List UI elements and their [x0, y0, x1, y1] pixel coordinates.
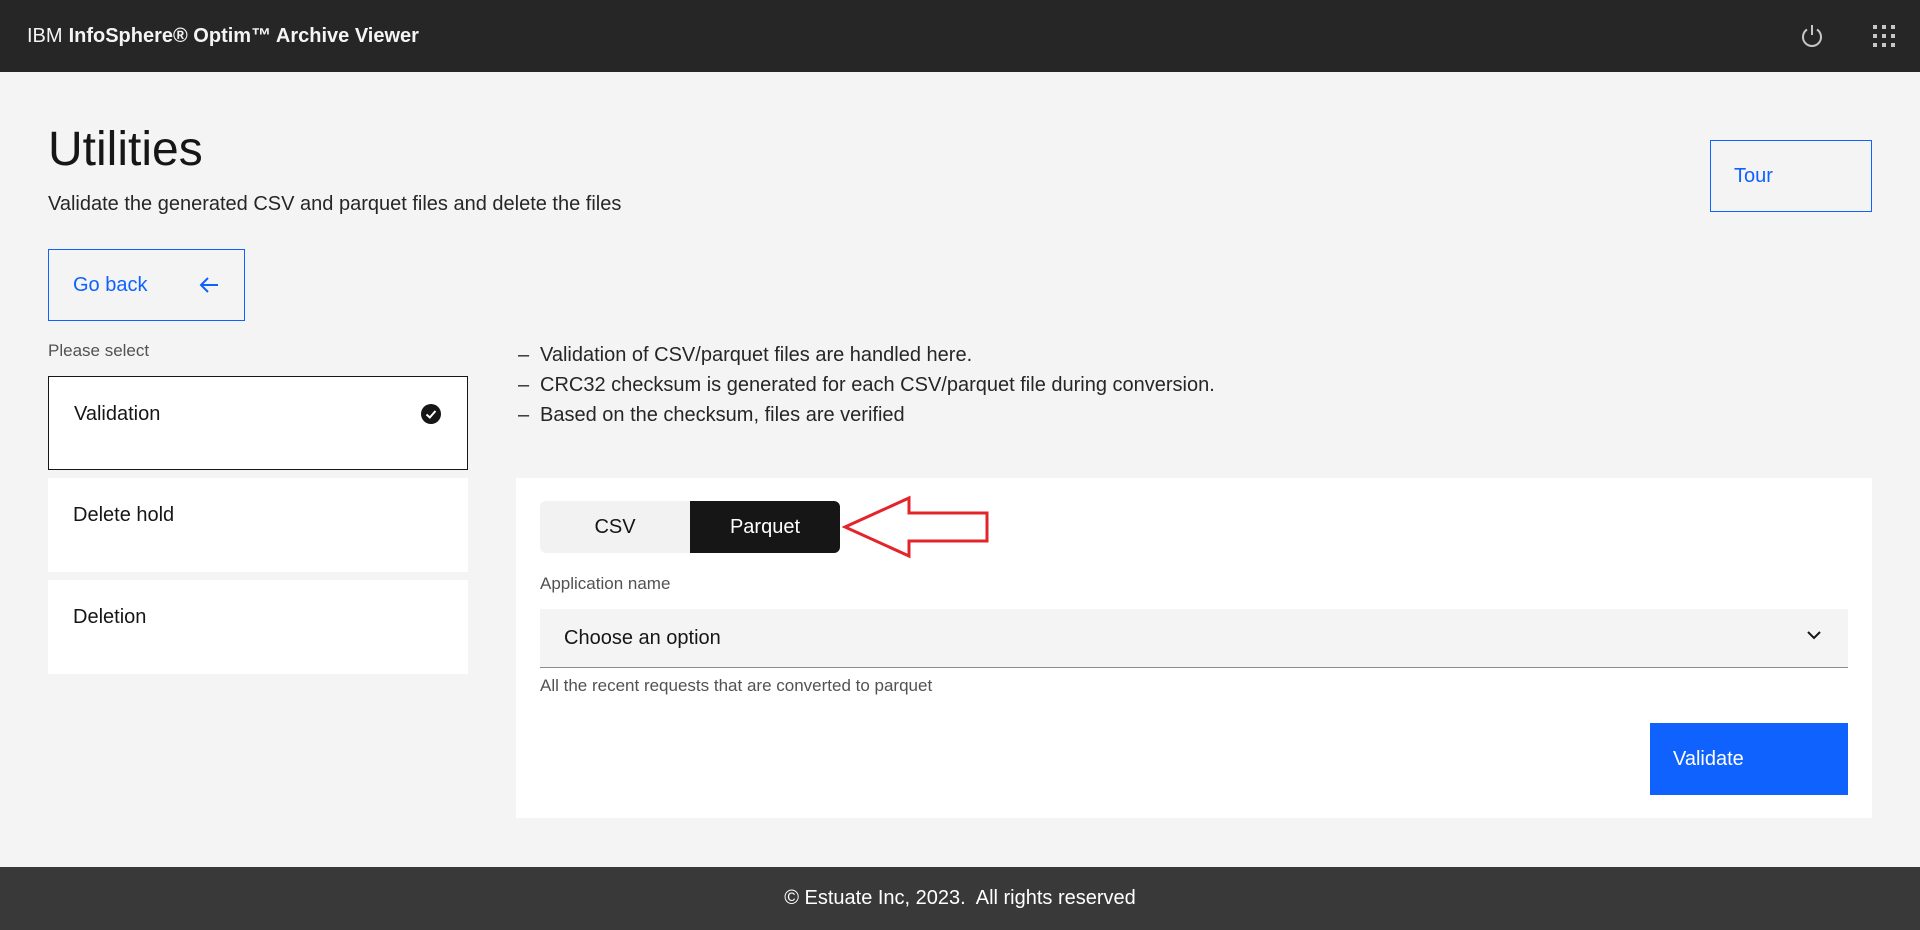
option-tile-deletion[interactable]: Deletion [48, 580, 468, 674]
selector-label: Please select [48, 341, 150, 360]
validation-card: CSV Parquet Application name Choose an o… [516, 478, 1872, 818]
dropdown-helper-text: All the recent requests that are convert… [540, 676, 933, 695]
option-tile-validation[interactable]: Validation [48, 376, 468, 470]
validate-button[interactable]: Validate [1650, 723, 1848, 795]
brand-product: InfoSphere® Optim™ Archive Viewer [68, 24, 419, 47]
info-item: – Validation of CSV/parquet files are han… [518, 344, 973, 366]
footer-copyright: © Estuate Inc, 2023. All rights reserved [784, 887, 1136, 909]
option-label: Deletion [73, 606, 147, 628]
tour-button[interactable]: Tour [1710, 140, 1872, 212]
page-subtitle: Validate the generated CSV and parquet f… [48, 193, 622, 215]
switch-csv[interactable]: CSV [540, 501, 690, 553]
app-switcher-icon[interactable] [1866, 18, 1902, 54]
option-tile-delete-hold[interactable]: Delete hold [48, 478, 468, 572]
application-name-dropdown[interactable]: Choose an option [540, 609, 1848, 668]
top-header: IBM InfoSphere® Optim™ Archive Viewer [0, 0, 1920, 72]
go-back-button[interactable]: Go back [48, 249, 245, 321]
file-type-switcher: CSV Parquet [540, 501, 840, 553]
checkmark-filled-icon [420, 403, 442, 425]
go-back-label: Go back [73, 273, 148, 296]
option-label: Validation [74, 403, 161, 425]
info-list: – Validation of CSV/parquet files are han… [518, 340, 1215, 430]
brand-ibm: IBM [27, 24, 63, 47]
switch-parquet[interactable]: Parquet [690, 501, 840, 553]
brand-title: IBM InfoSphere® Optim™ Archive Viewer [27, 0, 419, 72]
arrow-left-icon [198, 274, 220, 296]
dropdown-value: Choose an option [564, 626, 721, 649]
page-title: Utilities [48, 123, 203, 176]
option-label: Delete hold [73, 504, 175, 526]
power-icon[interactable] [1794, 18, 1830, 54]
application-name-label: Application name [540, 574, 671, 593]
info-item: – Based on the checksum, files are verifi… [518, 404, 905, 426]
annotation-arrow-icon [842, 495, 989, 559]
chevron-down-icon [1804, 625, 1824, 651]
footer: © Estuate Inc, 2023. All rights reserved [0, 867, 1920, 930]
info-item: – CRC32 checksum is generated for each CS… [518, 374, 1215, 396]
